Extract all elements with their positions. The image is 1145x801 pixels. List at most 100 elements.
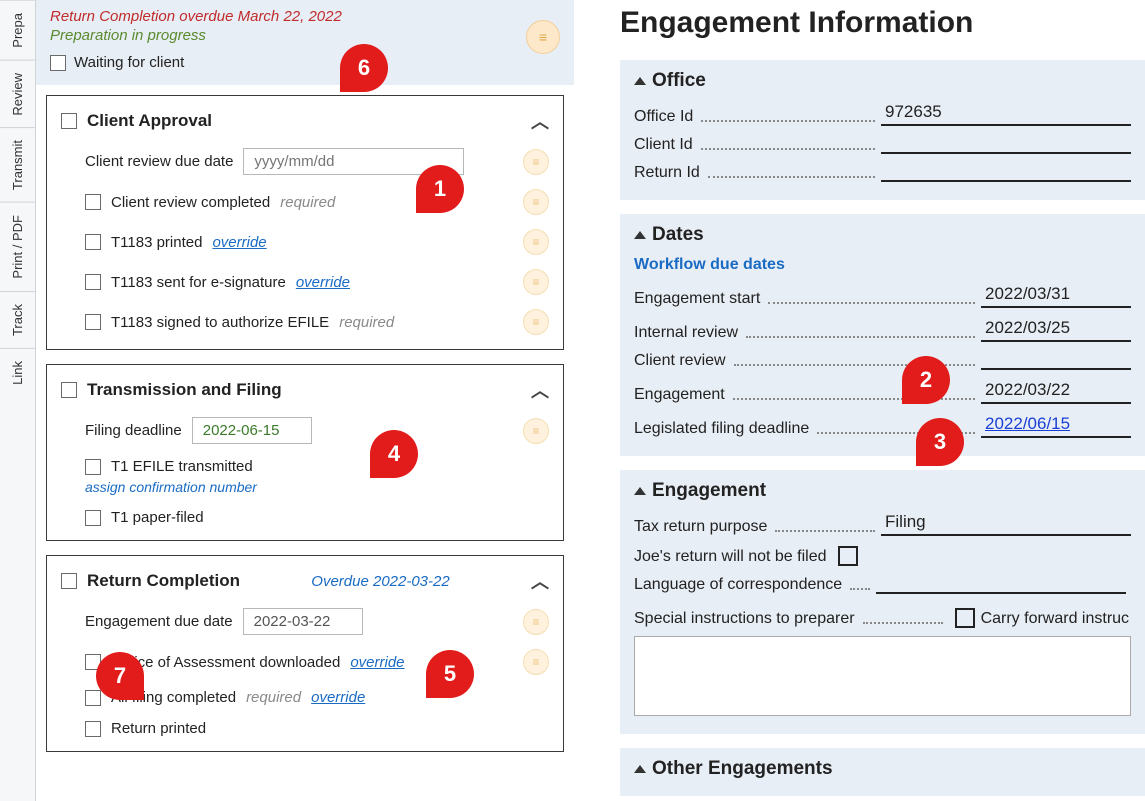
eng-start-input[interactable]: 2022/03/31 [981, 284, 1131, 308]
collapse-icon[interactable]: ︿ [531, 377, 549, 403]
completion-status: Overdue 2022-03-22 [311, 573, 449, 590]
tab-prepare[interactable]: Prepa [0, 0, 35, 60]
transmission-checkbox[interactable] [61, 382, 77, 398]
transmission-title: Transmission and Filing [87, 380, 282, 400]
assign-confirmation-link[interactable]: assign confirmation number [85, 479, 549, 495]
collapse-icon[interactable] [634, 765, 646, 773]
office-title: Office [652, 70, 706, 92]
legisl-input[interactable]: 2022/06/15 [981, 414, 1131, 438]
return-id-input[interactable] [881, 178, 1131, 182]
dates-title: Dates [652, 224, 704, 246]
note-icon[interactable]: ≡ [523, 609, 549, 635]
required-label: required [280, 194, 335, 211]
not-filed-label: Joe's return will not be filed [634, 548, 832, 566]
override-link[interactable]: override [212, 234, 266, 251]
internal-review-input[interactable]: 2022/03/25 [981, 318, 1131, 342]
t1183-esig-checkbox[interactable] [85, 274, 101, 290]
t1183-printed-label: T1183 printed [111, 234, 202, 251]
workflow-due-dates-label: Workflow due dates [634, 256, 1131, 274]
collapse-icon[interactable]: ︿ [531, 108, 549, 134]
filing-deadline-label: Filing deadline [85, 422, 182, 439]
return-printed-label: Return printed [111, 720, 206, 737]
t1183-esig-label: T1183 sent for e-signature [111, 274, 286, 291]
review-due-input[interactable] [243, 148, 464, 175]
t1183-signed-checkbox[interactable] [85, 314, 101, 330]
purpose-input[interactable]: Filing [881, 512, 1131, 536]
note-icon[interactable]: ≡ [523, 269, 549, 295]
note-icon[interactable]: ≡ [523, 309, 549, 335]
filing-deadline-value[interactable]: 2022-06-15 [192, 417, 312, 444]
engagement-input[interactable]: 2022/03/22 [981, 380, 1131, 404]
engagement-due-label: Engagement due date [85, 613, 233, 630]
collapse-icon[interactable] [634, 487, 646, 495]
client-approval-title: Client Approval [87, 111, 212, 131]
carry-forward-label: Carry forward instruc [981, 610, 1129, 628]
t1183-signed-label: T1183 signed to authorize EFILE [111, 314, 329, 331]
note-icon[interactable]: ≡ [526, 20, 560, 54]
review-completed-checkbox[interactable] [85, 194, 101, 210]
collapse-icon[interactable] [634, 77, 646, 85]
note-icon[interactable]: ≡ [523, 189, 549, 215]
purpose-label: Tax return purpose [634, 518, 773, 536]
client-id-label: Client Id [634, 136, 699, 154]
completion-card: Return Completion Overdue 2022-03-22 ︿ E… [46, 555, 564, 752]
efile-checkbox[interactable] [85, 459, 101, 475]
client-approval-checkbox[interactable] [61, 113, 77, 129]
waiting-label: Waiting for client [74, 54, 184, 71]
office-section: Office Office Id 972635 Client Id Return… [620, 60, 1145, 200]
required-label: required [339, 314, 394, 331]
special-label: Special instructions to preparer [634, 610, 861, 628]
noa-label: Notice of Assessment downloaded [111, 654, 340, 671]
other-title: Other Engagements [652, 758, 833, 780]
engagement-info-panel: Engagement Information Office Office Id … [590, 0, 1145, 801]
status-banner: Return Completion overdue March 22, 2022… [36, 0, 574, 85]
collapse-icon[interactable]: ︿ [531, 568, 549, 594]
note-icon[interactable]: ≡ [523, 649, 549, 675]
completion-checkbox[interactable] [61, 573, 77, 589]
efile-label: T1 EFILE transmitted [111, 458, 253, 475]
paper-filed-label: T1 paper-filed [111, 509, 204, 526]
return-printed-checkbox[interactable] [85, 721, 101, 737]
note-icon[interactable]: ≡ [523, 418, 549, 444]
not-filed-checkbox[interactable] [838, 546, 858, 566]
carry-forward-checkbox[interactable] [955, 608, 975, 628]
engagement-label: Engagement [634, 386, 731, 404]
engagement-info-heading: Engagement Information [620, 6, 1145, 40]
office-id-input[interactable]: 972635 [881, 102, 1131, 126]
lang-label: Language of correspondence [634, 576, 848, 594]
office-id-label: Office Id [634, 108, 699, 126]
tab-transmit[interactable]: Transmit [0, 127, 35, 202]
client-review-label: Client review [634, 352, 732, 370]
transmission-card: Transmission and Filing ︿ Filing deadlin… [46, 364, 564, 541]
override-link[interactable]: override [296, 274, 350, 291]
waiting-checkbox[interactable] [50, 55, 66, 71]
tab-print-pdf[interactable]: Print / PDF [0, 202, 35, 291]
internal-review-label: Internal review [634, 324, 744, 342]
progress-text: Preparation in progress [50, 27, 560, 44]
client-id-input[interactable] [881, 150, 1131, 154]
workflow-panel: Return Completion overdue March 22, 2022… [36, 0, 574, 801]
override-link[interactable]: override [311, 689, 365, 706]
paper-filed-checkbox[interactable] [85, 510, 101, 526]
collapse-icon[interactable] [634, 231, 646, 239]
engagement-due-value[interactable]: 2022-03-22 [243, 608, 363, 635]
return-id-label: Return Id [634, 164, 706, 182]
side-tabs: Prepa Review Transmit Print / PDF Track … [0, 0, 36, 801]
client-review-input[interactable] [981, 366, 1131, 370]
all-filing-checkbox[interactable] [85, 690, 101, 706]
tab-review[interactable]: Review [0, 60, 35, 128]
t1183-printed-checkbox[interactable] [85, 234, 101, 250]
noa-checkbox[interactable] [85, 654, 101, 670]
note-icon[interactable]: ≡ [523, 229, 549, 255]
lang-input[interactable] [876, 590, 1126, 594]
override-link[interactable]: override [350, 654, 404, 671]
legisl-label: Legislated filing deadline [634, 420, 815, 438]
tab-track[interactable]: Track [0, 291, 35, 348]
tab-link[interactable]: Link [0, 348, 35, 397]
dates-section: Dates Workflow due dates Engagement star… [620, 214, 1145, 456]
note-icon[interactable]: ≡ [523, 149, 549, 175]
engagement-title: Engagement [652, 480, 766, 502]
instructions-textarea[interactable] [634, 636, 1131, 716]
overdue-text: Return Completion overdue March 22, 2022 [50, 8, 560, 25]
engagement-section: Engagement Tax return purpose Filing Joe… [620, 470, 1145, 734]
